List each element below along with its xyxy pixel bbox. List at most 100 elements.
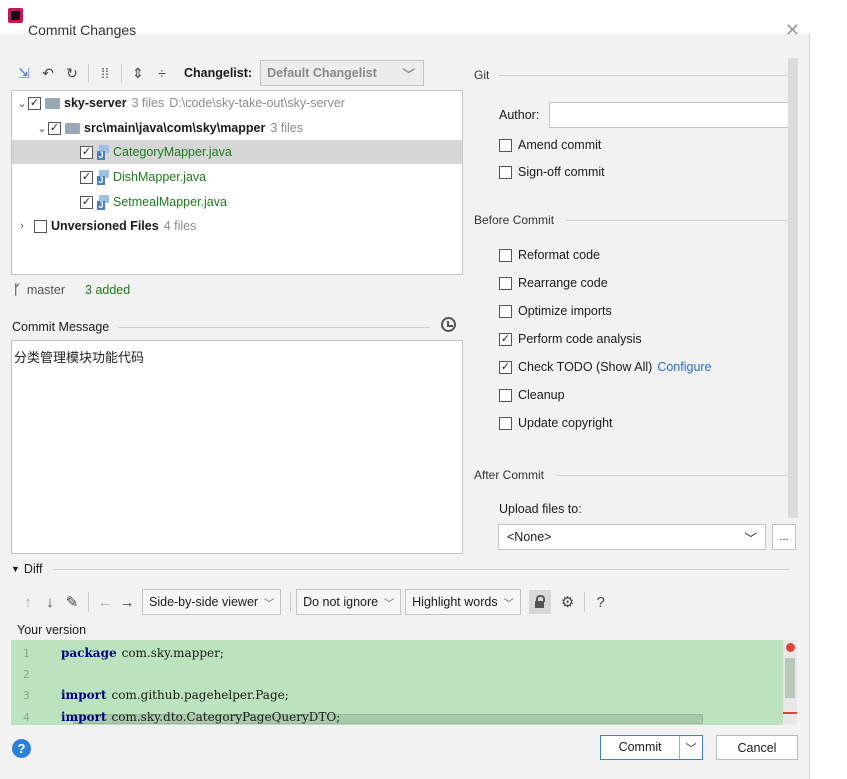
option-label: Update copyright — [518, 416, 613, 430]
history-icon[interactable] — [441, 317, 456, 332]
rollback-icon[interactable]: ↶ — [36, 61, 60, 85]
diff-toggle[interactable]: ▼ Diff — [11, 562, 42, 576]
tree-row-file[interactable]: ✓ DishMapper.java — [12, 165, 462, 189]
file-checkbox[interactable]: ✓ — [80, 170, 93, 184]
update-copyright-option[interactable]: Update copyright — [499, 416, 613, 430]
divider — [556, 475, 788, 476]
gear-icon[interactable]: ⚙ — [557, 590, 579, 614]
triangle-down-icon: ▼ — [11, 564, 20, 574]
arrow-down-icon[interactable]: ↓ — [39, 590, 61, 614]
configure-link[interactable]: Configure — [657, 360, 711, 374]
refresh-icon[interactable]: ↻ — [60, 61, 84, 85]
edit-icon[interactable]: ✎ — [61, 590, 83, 614]
tree-row-folder[interactable]: ⌄ ✓ src\main\java\com\sky\mapper 3 files — [12, 116, 462, 140]
branch-name[interactable]: master — [27, 283, 65, 297]
help-icon[interactable]: ? — [590, 590, 612, 614]
folder-name: src\main\java\com\sky\mapper — [84, 121, 266, 135]
file-name: DishMapper.java — [113, 170, 207, 184]
option-checkbox[interactable]: ✓ — [499, 360, 512, 374]
chevron-down-icon[interactable]: ⌄ — [16, 97, 28, 110]
line-number: 3 — [23, 688, 30, 702]
file-name: SetmealMapper.java — [113, 195, 227, 209]
chevron-right-icon[interactable]: › — [16, 220, 28, 232]
option-checkbox[interactable] — [499, 388, 512, 402]
divider — [566, 220, 788, 221]
arrow-left-icon[interactable]: ← — [94, 590, 116, 614]
before-commit-title: Before Commit — [474, 213, 555, 227]
scrollbar-thumb[interactable] — [785, 658, 795, 698]
upload-select[interactable]: <None> ﹀ — [498, 524, 766, 550]
signoff-commit-option[interactable]: Sign-off commit — [499, 165, 605, 179]
code-scrollbar[interactable] — [783, 640, 797, 725]
close-icon[interactable]: ✕ — [785, 20, 800, 41]
title-bar: Commit Changes ✕ — [0, 0, 810, 40]
diff-code-view[interactable]: 1 package com.sky.mapper; 2 3 import com… — [11, 640, 797, 725]
ignore-value: Do not ignore — [303, 595, 379, 609]
option-checkbox[interactable] — [499, 304, 512, 318]
upload-label: Upload files to: — [499, 502, 582, 516]
option-label: Reformat code — [518, 248, 600, 262]
expand-all-icon[interactable]: ⇕ — [126, 61, 150, 85]
chevron-down-icon: ﹀ — [744, 531, 757, 546]
upload-more-button[interactable]: ... — [772, 524, 796, 550]
code-line: 4 import com.sky.dto.CategoryPageQueryDT… — [11, 706, 781, 725]
amend-checkbox[interactable] — [499, 138, 512, 152]
author-input[interactable] — [549, 102, 794, 128]
line-number: 2 — [23, 667, 30, 681]
divider — [54, 569, 790, 570]
commit-dialog: Commit Changes ✕ ⇲ ↶ ↻ ⁞⁞ ⇕ ÷ Changelist… — [0, 0, 810, 779]
author-label: Author: — [499, 108, 540, 122]
commit-button-label[interactable]: Commit — [601, 736, 681, 759]
highlight-select[interactable]: Highlight words ﹀ — [405, 589, 521, 615]
show-diff-icon[interactable]: ⇲ — [12, 61, 36, 85]
arrow-up-icon[interactable]: ↑ — [17, 590, 39, 614]
tree-row-root[interactable]: ⌄ ✓ sky-server 3 files D:\code\sky-take-… — [12, 91, 462, 115]
cancel-button[interactable]: Cancel — [716, 735, 798, 760]
cleanup-option[interactable]: Cleanup — [499, 388, 565, 402]
tree-row-unversioned[interactable]: › Unversioned Files 4 files — [12, 214, 462, 238]
file-checkbox[interactable]: ✓ — [80, 145, 93, 159]
code-keyword: import — [61, 688, 107, 702]
code-text: com.sky.mapper; — [121, 646, 224, 660]
tree-row-file[interactable]: ✓ SetmealMapper.java — [12, 190, 462, 214]
options-scrollbar[interactable] — [788, 58, 798, 518]
toolbar-separator — [583, 592, 585, 612]
rearrange-code-option[interactable]: Rearrange code — [499, 276, 608, 290]
unversioned-checkbox[interactable] — [34, 219, 47, 233]
code-analysis-option[interactable]: ✓ Perform code analysis — [499, 332, 642, 346]
code-text: com.sky.dto.CategoryPageQueryDTO; — [111, 710, 341, 724]
diff-toolbar: ↑ ↓ ✎ ← → Side-by-side viewer ﹀ Do not ig… — [17, 588, 612, 616]
root-checkbox[interactable]: ✓ — [28, 96, 41, 110]
folder-checkbox[interactable]: ✓ — [48, 121, 61, 135]
viewer-select[interactable]: Side-by-side viewer ﹀ — [142, 589, 282, 615]
commit-message-input[interactable]: 分类管理模块功能代码 — [11, 340, 463, 554]
group-by-icon[interactable]: ⁞⁞ — [93, 61, 117, 85]
check-todo-option[interactable]: ✓ Check TODO (Show All) Configure — [499, 360, 712, 374]
folder-icon — [65, 122, 80, 134]
signoff-checkbox[interactable] — [499, 165, 512, 179]
collapse-all-icon[interactable]: ÷ — [150, 61, 174, 85]
option-checkbox[interactable] — [499, 248, 512, 262]
commit-button[interactable]: Commit ﹀ — [600, 735, 703, 760]
toolbar-separator — [290, 592, 292, 612]
error-icon[interactable] — [786, 643, 795, 652]
arrow-right-icon[interactable]: → — [116, 590, 138, 614]
chevron-down-icon[interactable]: ﹀ — [680, 740, 702, 756]
unversioned-count: 4 files — [163, 219, 197, 233]
lock-icon[interactable] — [528, 590, 551, 614]
chevron-down-icon[interactable]: ⌄ — [36, 122, 48, 135]
reformat-code-option[interactable]: Reformat code — [499, 248, 600, 262]
option-checkbox[interactable] — [499, 416, 512, 430]
toolbar-separator — [88, 64, 89, 82]
help-icon[interactable]: ? — [12, 739, 31, 758]
tree-row-file[interactable]: ✓ CategoryMapper.java — [12, 140, 462, 164]
option-checkbox[interactable]: ✓ — [499, 332, 512, 346]
ignore-select[interactable]: Do not ignore ﹀ — [296, 589, 402, 615]
file-checkbox[interactable]: ✓ — [80, 195, 93, 209]
amend-commit-option[interactable]: Amend commit — [499, 138, 601, 152]
option-label: Optimize imports — [518, 304, 612, 318]
optimize-imports-option[interactable]: Optimize imports — [499, 304, 612, 318]
changelist-select[interactable]: Default Changelist ﹀ — [260, 60, 425, 86]
option-checkbox[interactable] — [499, 276, 512, 290]
changelist-value: Default Changelist — [267, 66, 377, 80]
